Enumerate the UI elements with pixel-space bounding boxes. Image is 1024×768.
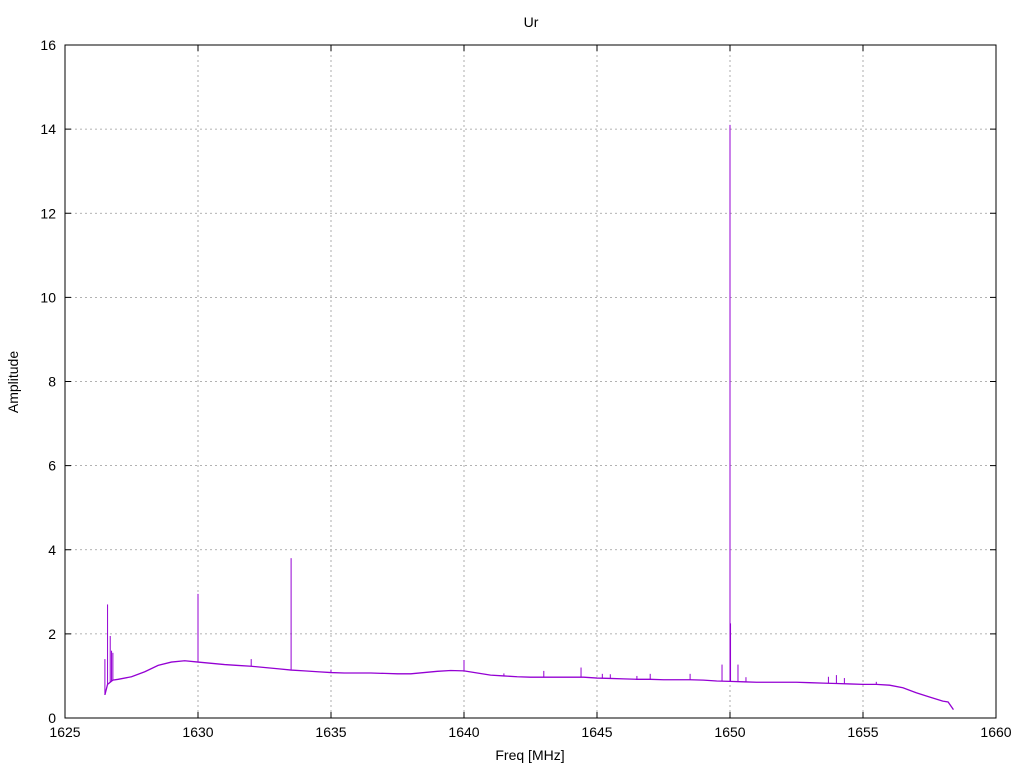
x-tick-label: 1660: [980, 724, 1011, 740]
y-tick-label: 2: [48, 626, 56, 642]
x-tick-label: 1630: [182, 724, 213, 740]
series-line: [104, 660, 954, 710]
x-tick-label: 1650: [714, 724, 745, 740]
y-tick-label: 8: [48, 374, 56, 390]
chart-title: Ur: [524, 14, 539, 30]
y-tick-label: 4: [48, 542, 56, 558]
y-axis-label: Amplitude: [5, 351, 21, 413]
x-tick-label: 1635: [315, 724, 346, 740]
y-tick-label: 14: [40, 121, 56, 137]
line-chart: Ur 1625 1630 1635 1640 1645 1650 1655 1660 0 2 4 6 8…: [5, 14, 1012, 763]
x-tick-label: 1640: [448, 724, 479, 740]
y-tick-label: 12: [40, 205, 56, 221]
y-tick-label: 0: [48, 710, 56, 726]
axis-ticks: 1625 1630 1635 1640 1645 1650 1655 1660 0 2 4 6 8 10 1…: [40, 37, 1011, 740]
x-tick-label: 1625: [49, 724, 80, 740]
y-tick-label: 10: [40, 289, 56, 305]
series-group: [104, 124, 954, 710]
x-tick-label: 1645: [581, 724, 612, 740]
x-axis-label: Freq [MHz]: [495, 747, 564, 763]
grid: [65, 45, 996, 718]
y-tick-label: 16: [40, 37, 56, 53]
x-tick-label: 1655: [847, 724, 878, 740]
y-tick-label: 6: [48, 458, 56, 474]
